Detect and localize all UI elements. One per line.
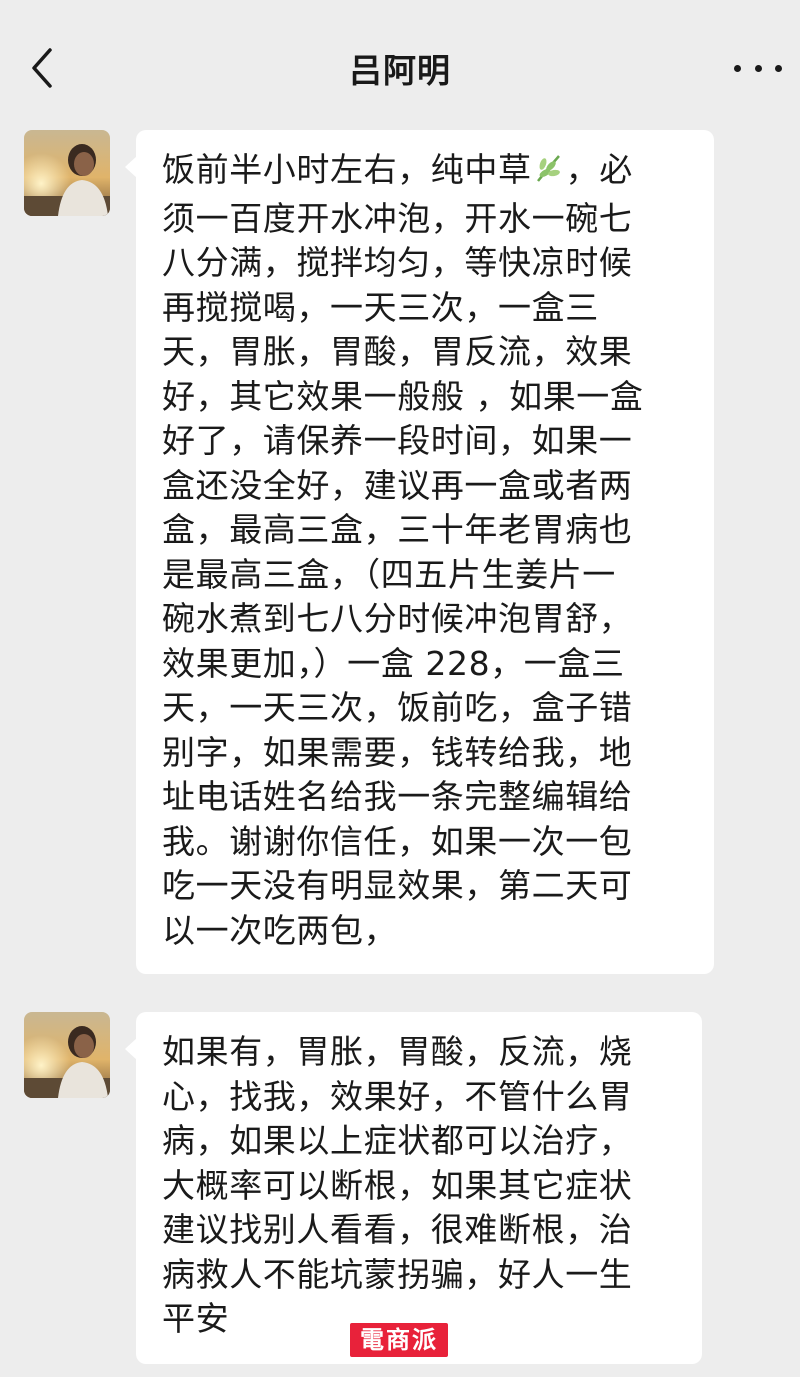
chat-title: 吕阿明 xyxy=(349,51,451,90)
avatar-image xyxy=(24,1012,110,1098)
message-text: 饭前半小时左右，纯中草 ，必 须一百度开水冲泡，开水一碗七 八分满，搅拌均匀，等快… xyxy=(162,150,644,950)
watermark-logo: 電商派 xyxy=(350,1323,448,1357)
message-text: 如果有，胃胀，胃酸，反流，烧 心，找我，效果好，不管什么胃 病，如果以上症状都可… xyxy=(162,1032,633,1338)
more-button[interactable] xyxy=(734,50,782,86)
avatar-image xyxy=(24,130,110,216)
avatar[interactable] xyxy=(24,1012,110,1098)
avatar[interactable] xyxy=(24,130,110,216)
message-bubble[interactable]: 饭前半小时左右，纯中草 ，必 须一百度开水冲泡，开水一碗七 八分满，搅拌均匀，等快… xyxy=(125,130,714,974)
message-bubble[interactable]: 如果有，胃胀，胃酸，反流，烧 心，找我，效果好，不管什么胃 病，如果以上症状都可… xyxy=(125,1012,702,1364)
herb-leaf-icon xyxy=(532,151,566,197)
chat-header: 吕阿明 xyxy=(0,0,800,130)
more-dots-icon xyxy=(734,64,741,72)
